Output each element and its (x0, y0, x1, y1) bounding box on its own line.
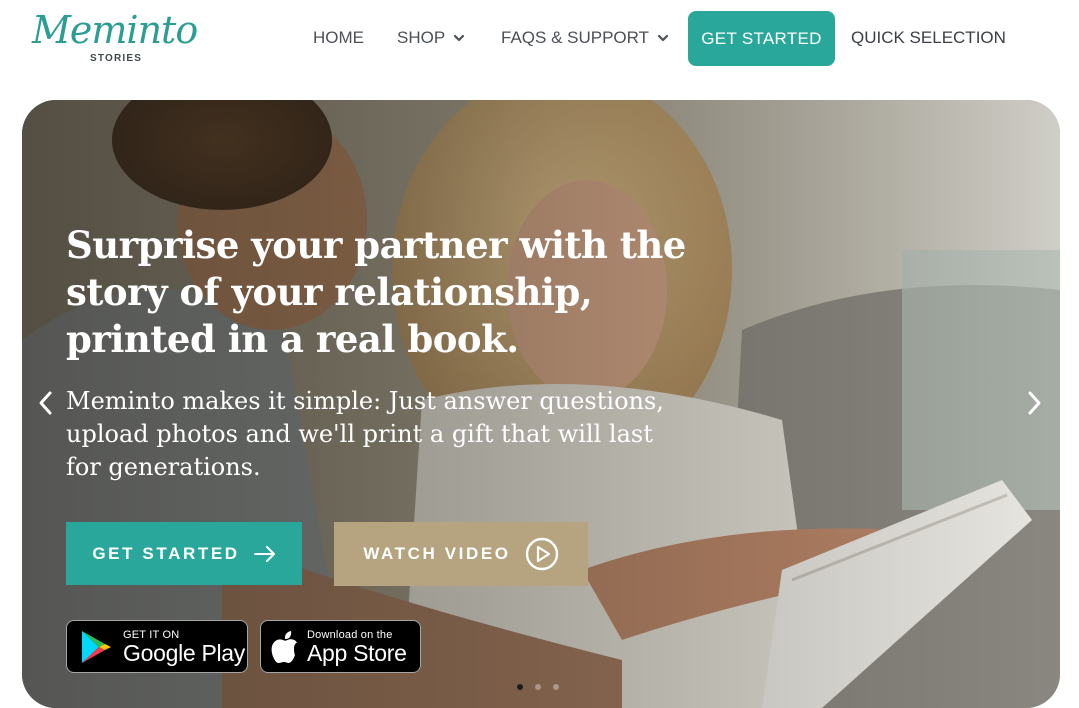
google-play-small-text: GET IT ON (123, 628, 180, 641)
slider-dot[interactable] (517, 684, 523, 690)
hero-get-started-label: GET STARTED (92, 543, 240, 563)
meminto-logo[interactable]: Meminto STORIES (32, 8, 198, 68)
logo-subtitle: STORIES (90, 53, 143, 64)
site-header: Meminto STORIES HOME SHOP FAQS & SUPPORT… (0, 0, 1079, 88)
hero-watch-video-label: WATCH VIDEO (363, 544, 511, 563)
logo-wordmark: Meminto (32, 8, 198, 52)
google-play-big-text: Google Play (123, 639, 245, 666)
hero-subtext: Meminto makes it simple: Just answer que… (66, 387, 664, 481)
arrow-right-icon (253, 545, 275, 562)
google-play-icon (82, 630, 111, 663)
nav-quick-selection[interactable]: QUICK SELECTION (851, 11, 1006, 65)
chevron-down-icon (657, 34, 669, 42)
nav-shop[interactable]: SHOP (397, 11, 465, 65)
google-play-badge[interactable]: GET IT ON Google Play (66, 620, 248, 673)
hero-slider: Surprise your partner with the story of … (22, 100, 1060, 708)
chevron-left-icon[interactable] (36, 390, 56, 416)
play-circle-icon (525, 537, 558, 571)
nav-faqs-label: FAQS & SUPPORT (501, 28, 650, 47)
app-store-small-text: Download on the (307, 628, 393, 641)
hero-watch-video-button[interactable]: WATCH VIDEO (334, 522, 588, 586)
slider-dot[interactable] (535, 684, 541, 690)
nav-get-started-button[interactable]: GET STARTED (688, 11, 835, 66)
nav-faqs-support[interactable]: FAQS & SUPPORT (501, 11, 669, 65)
chevron-down-icon (454, 34, 465, 42)
nav-home[interactable]: HOME (313, 11, 364, 65)
nav-shop-label: SHOP (397, 28, 446, 47)
slider-dot[interactable] (553, 684, 559, 690)
nav-quick-selection-label: QUICK SELECTION (851, 28, 1006, 47)
hero-get-started-button[interactable]: GET STARTED (66, 522, 302, 585)
hero-headline: Surprise your partner with the story of … (66, 223, 686, 361)
slider-pagination (517, 684, 559, 690)
app-store-badge[interactable]: Download on the App Store (260, 620, 421, 673)
apple-icon (271, 630, 297, 663)
chevron-right-icon[interactable] (1024, 390, 1044, 416)
nav-home-label: HOME (313, 28, 364, 47)
app-store-big-text: App Store (307, 639, 407, 666)
